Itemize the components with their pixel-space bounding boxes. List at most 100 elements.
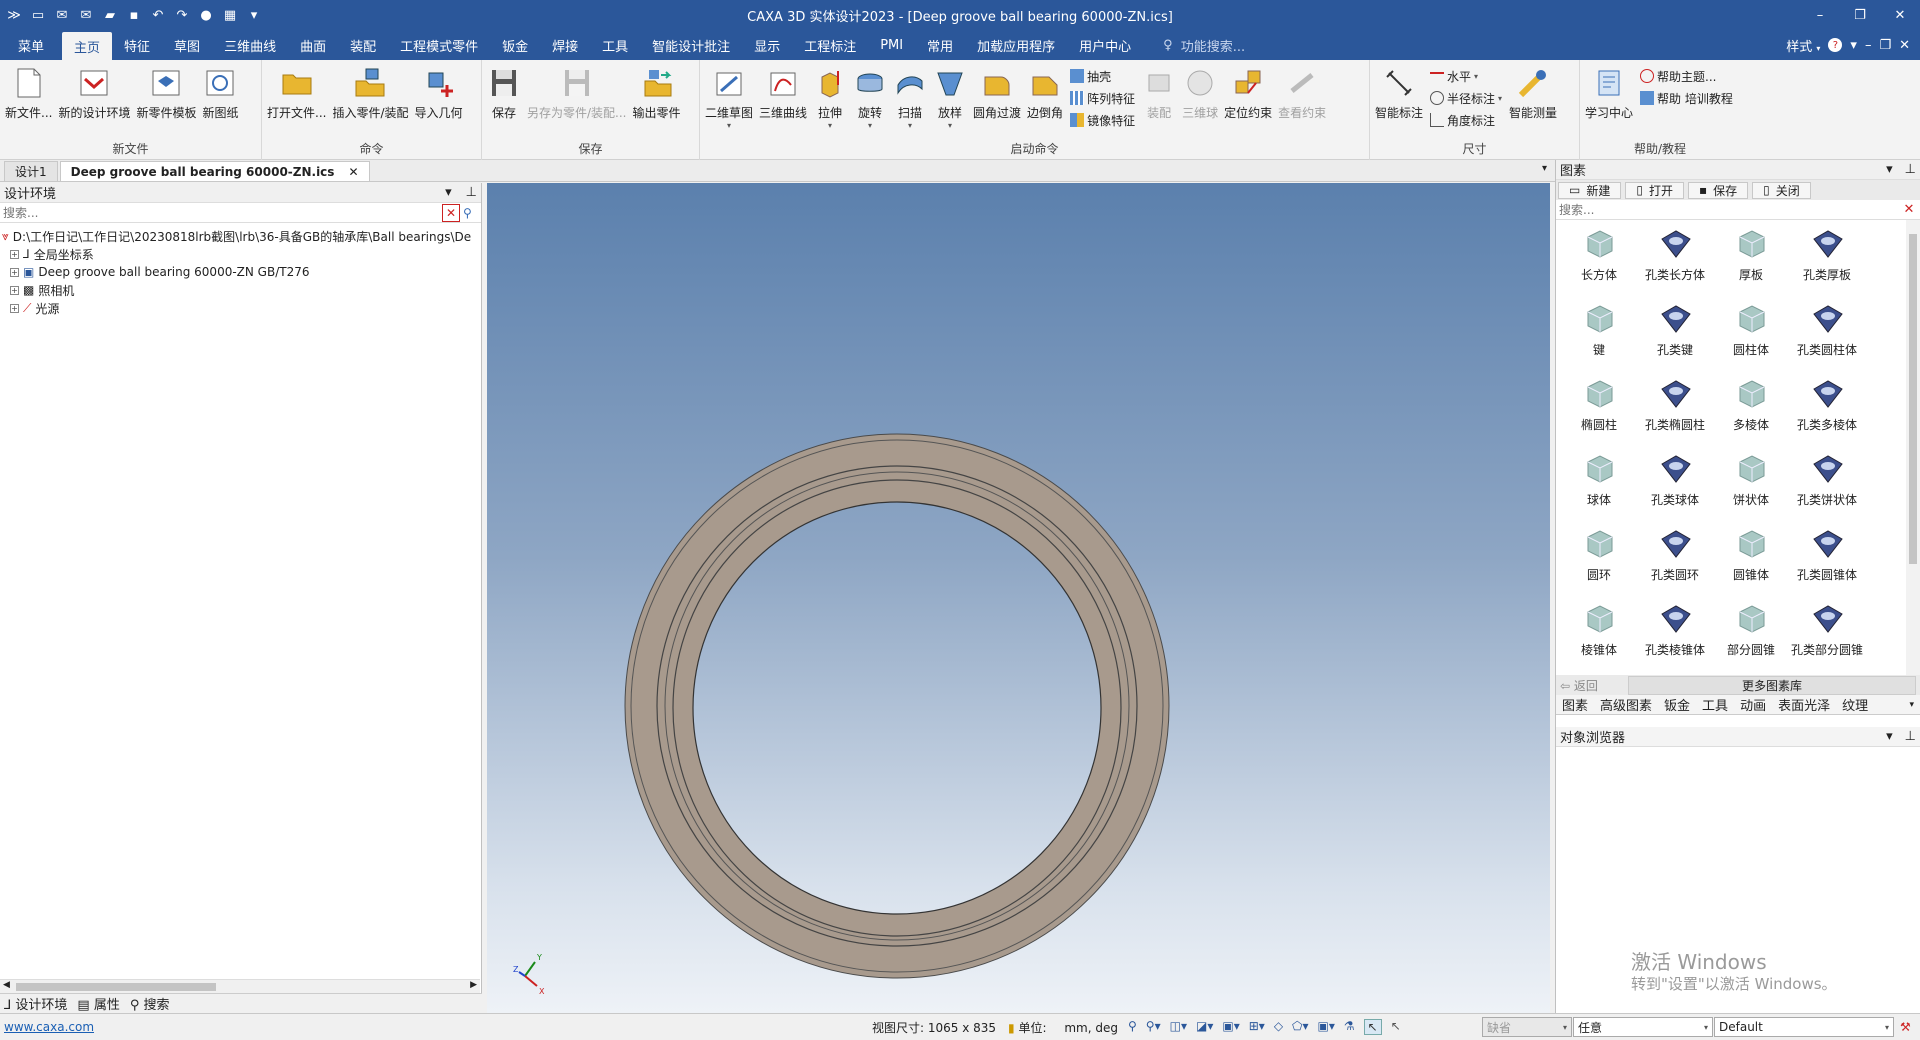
clear-search-icon[interactable]: ✕ <box>442 203 460 222</box>
library-close-button[interactable]: ▯ 关闭 <box>1752 181 1811 199</box>
expand-icon[interactable]: + <box>10 267 19 277</box>
minimize-icon[interactable]: – <box>1800 0 1840 30</box>
app-logo-icon[interactable]: ≫ <box>4 5 24 25</box>
doc-restore-icon[interactable]: ❐ <box>1879 38 1891 53</box>
scroll-thumb[interactable] <box>1909 234 1917 564</box>
pointer-icon[interactable]: ↖ <box>1391 1019 1401 1035</box>
tab-smart-annotation[interactable]: 智能设计批注 <box>640 30 742 60</box>
viewport-canvas[interactable]: Y X Z <box>487 183 1550 1013</box>
lib-tab-advanced[interactable]: 高级图素 <box>1600 695 1652 714</box>
learning-center-button[interactable]: 学习中心 <box>1582 64 1636 123</box>
tree-root[interactable]: ⩔ D:\工作日记\工作日记\20230818lrb截图\lrb\36-具备GB… <box>2 227 479 245</box>
tab-menu[interactable]: 菜单 <box>0 30 62 60</box>
library-vertical-scrollbar[interactable] <box>1906 220 1920 675</box>
selection-mode-icon[interactable]: ▣▾ <box>1318 1019 1335 1035</box>
tree-item-global-coords[interactable]: + ⅃ 全局坐标系 <box>2 245 479 263</box>
expand-icon[interactable]: + <box>10 303 19 313</box>
status-field-style[interactable]: Default ▾ <box>1714 1017 1894 1037</box>
select-cursor-icon[interactable]: ↖ <box>1363 1019 1382 1035</box>
design-env-search-input[interactable] <box>0 203 442 222</box>
chamfer-button[interactable]: 边倒角 <box>1024 64 1066 123</box>
view-constraint-button[interactable]: 查看约束 <box>1275 64 1329 123</box>
new-file-icon[interactable]: ▭ <box>28 5 48 25</box>
mirror-button[interactable]: 镜像特征 <box>1070 110 1135 130</box>
view-orient-icon[interactable]: ◫▾ <box>1170 1019 1187 1035</box>
tab-engineering-dim[interactable]: 工程标注 <box>792 30 868 60</box>
panel-dropdown-icon[interactable]: ▾ <box>1886 162 1893 177</box>
library-item[interactable]: 圆柱体 <box>1713 301 1789 358</box>
tab-addins[interactable]: 加载应用程序 <box>965 30 1067 60</box>
library-item[interactable]: 孔类饼状体 <box>1789 451 1865 508</box>
status-tool-icon[interactable]: ⚒ <box>1900 1020 1911 1034</box>
lib-tab-tools[interactable]: 工具 <box>1702 695 1728 714</box>
extrude-button[interactable]: 拉伸 ▾ <box>810 64 850 132</box>
radius-dim-button[interactable]: 半径标注 ▾ <box>1430 88 1502 108</box>
tab-3d-curve[interactable]: 三维曲线 <box>212 30 288 60</box>
close-tab-icon[interactable]: ✕ <box>348 165 358 179</box>
customize-dropdown-icon[interactable]: ▾ <box>244 5 264 25</box>
close-icon[interactable]: ✕ <box>1880 0 1920 30</box>
tab-home[interactable]: 主页 <box>62 32 113 60</box>
lib-tab-animation[interactable]: 动画 <box>1740 695 1766 714</box>
tab-surface[interactable]: 曲面 <box>288 30 338 60</box>
tab-design-env[interactable]: ⅃ 设计环境 <box>4 994 67 1013</box>
library-save-button[interactable]: ▪ 保存 <box>1687 181 1749 199</box>
library-item[interactable]: 圆环 <box>1561 526 1637 583</box>
import-geometry-button[interactable]: 导入几何 <box>412 64 466 123</box>
library-search-input[interactable] <box>1556 200 1901 219</box>
library-item[interactable]: 孔类键 <box>1637 301 1713 358</box>
help-dropdown-icon[interactable]: ▾ <box>1850 38 1857 53</box>
tab-user-center[interactable]: 用户中心 <box>1067 30 1143 60</box>
status-field-any[interactable]: 任意 ▾ <box>1573 1017 1713 1037</box>
angle-dim-button[interactable]: 角度标注 <box>1430 110 1502 130</box>
2d-sketch-button[interactable]: 二维草图 ▾ <box>702 64 756 132</box>
new-design-env-button[interactable]: 新的设计环境 <box>55 64 133 123</box>
library-item[interactable]: 孔类球体 <box>1637 451 1713 508</box>
library-item[interactable]: 多棱体 <box>1713 376 1789 433</box>
more-library-button[interactable]: 更多图素库 <box>1628 675 1916 695</box>
positioning-constraint-button[interactable]: 定位约束 <box>1221 64 1275 123</box>
doc-close-icon[interactable]: ✕ <box>1899 38 1910 53</box>
lib-tab-primitives[interactable]: 图素 <box>1562 695 1588 714</box>
export-part-button[interactable]: 输出零件 <box>630 64 684 123</box>
library-item[interactable]: 饼状体 <box>1713 451 1789 508</box>
3d-ball-button[interactable]: 三维球 <box>1179 64 1221 123</box>
tabs-dropdown-icon[interactable]: ▾ <box>1542 163 1547 174</box>
tab-properties[interactable]: ▤ 属性 <box>77 994 119 1013</box>
restore-icon[interactable]: ❐ <box>1840 0 1880 30</box>
library-item[interactable]: 长方体 <box>1561 226 1637 283</box>
library-item[interactable]: 部分圆锥 <box>1713 601 1789 658</box>
tab-welding[interactable]: 焊接 <box>540 30 590 60</box>
redo-icon[interactable]: ↷ <box>172 5 192 25</box>
insert-part-button[interactable]: 插入零件/装配 <box>329 64 411 123</box>
open-folder-icon[interactable]: ▰ <box>100 5 120 25</box>
3d-curve-button[interactable]: 三维曲线 <box>756 64 810 123</box>
lib-tabs-dropdown-icon[interactable]: ▾ <box>1909 700 1914 710</box>
tab-sketch[interactable]: 草图 <box>162 30 212 60</box>
library-item[interactable]: 孔类长方体 <box>1637 226 1713 283</box>
library-item[interactable]: 孔类厚板 <box>1789 226 1865 283</box>
horizontal-dim-button[interactable]: 水平 ▾ <box>1430 66 1502 86</box>
library-item[interactable]: 孔类圆柱体 <box>1789 301 1865 358</box>
clear-search-icon[interactable]: ✕ <box>1901 202 1917 218</box>
3d-viewport[interactable]: Y X Z <box>487 183 1550 1013</box>
style-menu[interactable]: 样式 ▾ <box>1786 36 1820 55</box>
zoom-icon[interactable]: ⚲ <box>1128 1019 1137 1035</box>
light-mode-icon[interactable]: ◇ <box>1274 1019 1283 1035</box>
new-drawing-button[interactable]: 新图纸 <box>199 64 241 123</box>
library-item[interactable]: 孔类椭圆柱 <box>1637 376 1713 433</box>
feature-search[interactable]: ♀ 功能搜索... <box>1163 30 1245 60</box>
tab-bearing-doc[interactable]: Deep groove ball bearing 60000-ZN.ics ✕ <box>59 161 370 181</box>
tab-design1[interactable]: 设计1 <box>4 161 58 181</box>
library-item[interactable]: 球体 <box>1561 451 1637 508</box>
display-mode-icon[interactable]: ▣▾ <box>1222 1019 1239 1035</box>
training-tutorial-button[interactable]: 帮助 培训教程 <box>1640 88 1733 108</box>
help-topics-button[interactable]: 帮助主题... <box>1640 66 1733 86</box>
doc-minimize-icon[interactable]: – <box>1865 38 1872 53</box>
zoom-window-icon[interactable]: ⚲▾ <box>1146 1019 1161 1035</box>
pick-filter-icon[interactable]: ⚗ <box>1344 1019 1355 1035</box>
panel-dropdown-icon[interactable]: ▾ <box>445 185 452 200</box>
save-button[interactable]: 保存 <box>484 64 524 123</box>
loft-button[interactable]: 放样 ▾ <box>930 64 970 132</box>
library-item[interactable]: 孔类圆环 <box>1637 526 1713 583</box>
